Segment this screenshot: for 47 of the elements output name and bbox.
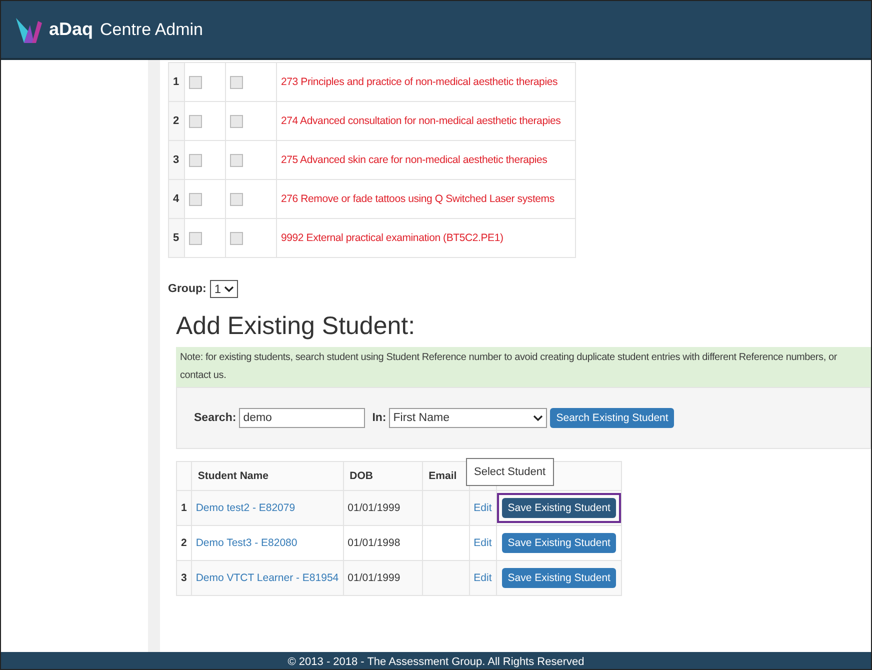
disable-checkbox[interactable] bbox=[230, 192, 243, 206]
rpl-checkbox[interactable] bbox=[189, 154, 202, 166]
rpl-checkbox[interactable] bbox=[189, 114, 202, 128]
row-number: 4 bbox=[168, 180, 184, 218]
column-header: DOB bbox=[343, 462, 422, 490]
dob-cell: 01/01/1999 bbox=[343, 490, 422, 526]
save-student-button[interactable]: Save Existing Student bbox=[502, 533, 616, 553]
unit-title: 275 Advanced skin care for non-medical aesthetic therapies bbox=[281, 154, 548, 166]
app-title: Centre Admin bbox=[100, 20, 204, 40]
column-header: Student Name bbox=[191, 462, 344, 490]
unit-title: 274 Advanced consultation for non-medical aesthetic therapies bbox=[281, 115, 561, 127]
dob-cell: 01/01/1999 bbox=[343, 560, 422, 596]
row-number: 3 bbox=[168, 140, 184, 180]
save-student-button[interactable]: Save Existing Student bbox=[502, 568, 616, 588]
dob-cell: 01/01/1998 bbox=[343, 526, 422, 560]
logo-text: aDaq bbox=[49, 19, 94, 40]
rpl-checkbox[interactable] bbox=[189, 76, 202, 88]
search-field[interactable]: demo bbox=[239, 408, 366, 428]
row-number: 1 bbox=[176, 490, 192, 526]
field-select[interactable]: First Name bbox=[389, 408, 548, 428]
rpl-checkbox[interactable] bbox=[189, 232, 202, 244]
rpl-checkbox[interactable] bbox=[189, 192, 202, 206]
note-text: Note: for existing students, search student using Student Reference number to avoid creating duplicate student entries with different Reference numbers, or contact us. bbox=[176, 347, 871, 387]
chevron-icon bbox=[224, 286, 234, 292]
tooltip: Select Student bbox=[466, 458, 554, 486]
unit-title: 276 Remove or fade tattoos using Q Switched Laser systems bbox=[281, 193, 554, 205]
disable-checkbox[interactable] bbox=[230, 76, 243, 88]
group-select[interactable]: 1 bbox=[210, 280, 238, 298]
row-number: 1 bbox=[168, 62, 184, 102]
section-heading: Add Existing Student: bbox=[176, 312, 416, 341]
group-label: Group: bbox=[168, 283, 206, 295]
disable-checkbox[interactable] bbox=[230, 232, 243, 244]
row-number: 5 bbox=[168, 218, 184, 258]
unit-title: 9992 External practical examination (BT5C2.PE1) bbox=[281, 232, 504, 244]
row-number: 3 bbox=[176, 560, 192, 596]
disable-checkbox[interactable] bbox=[230, 114, 243, 128]
search-button[interactable]: Search Existing Student bbox=[550, 408, 674, 428]
in-label: In: bbox=[372, 412, 386, 424]
unit-title: 273 Principles and practice of non-medical aesthetic therapies bbox=[281, 76, 558, 88]
footer-text: © 2013 - 2018 - The Assessment Group. All Rights Reserved bbox=[288, 655, 584, 669]
search-label: Search: bbox=[194, 412, 236, 424]
chevron-icon bbox=[533, 414, 544, 422]
disable-checkbox[interactable] bbox=[230, 154, 243, 166]
row-number: 2 bbox=[176, 526, 192, 560]
column-header: Email bbox=[422, 462, 470, 490]
save-student-button[interactable]: Save Existing Student bbox=[502, 498, 616, 518]
row-number: 2 bbox=[168, 102, 184, 140]
